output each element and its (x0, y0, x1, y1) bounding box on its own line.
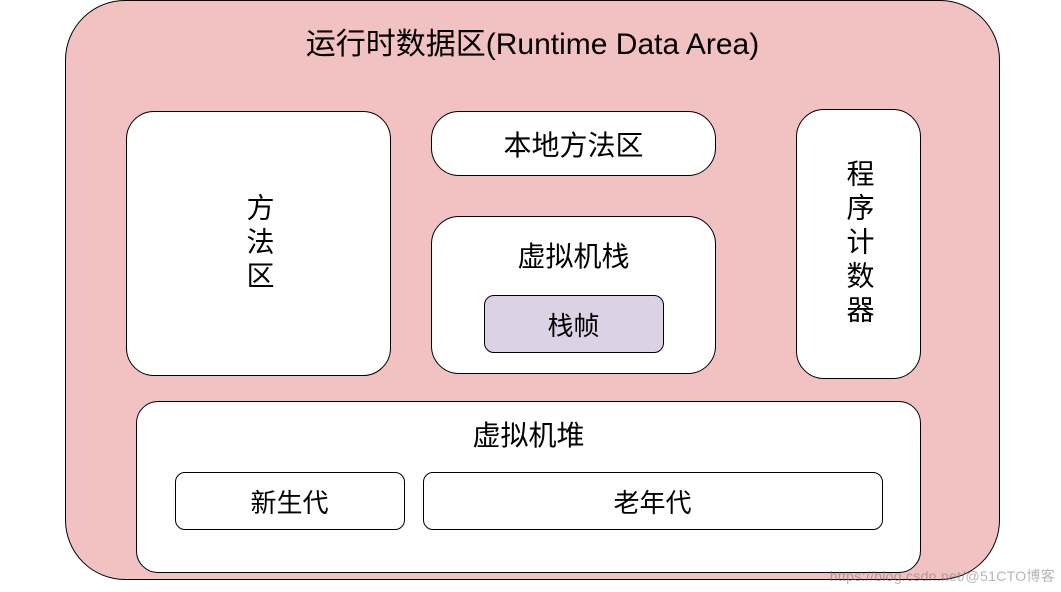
heap-inner-row: 新生代 老年代 (175, 472, 883, 530)
vm-stack-box: 虚拟机栈 栈帧 (431, 216, 716, 374)
vm-stack-label: 虚拟机栈 (517, 235, 629, 275)
method-area-box: 方法区 (126, 111, 391, 376)
diagram-title: 运行时数据区(Runtime Data Area) (66, 19, 999, 63)
method-area-label: 方法区 (245, 193, 273, 295)
runtime-data-area-container: 运行时数据区(Runtime Data Area) 方法区 本地方法区 虚拟机栈… (65, 0, 1000, 580)
young-gen-box: 新生代 (175, 472, 405, 530)
pc-register-label: 程序计数器 (845, 159, 873, 329)
pc-register-box: 程序计数器 (796, 109, 921, 379)
old-gen-label: 老年代 (613, 483, 691, 520)
young-gen-label: 新生代 (250, 483, 328, 520)
heap-label: 虚拟机堆 (472, 414, 584, 454)
watermark-text: https://blog.csdn.net/@51CTO博客 (830, 566, 1055, 586)
stack-frame-label: 栈帧 (547, 306, 599, 343)
stack-frame-box: 栈帧 (484, 295, 664, 353)
heap-box: 虚拟机堆 新生代 老年代 (136, 401, 921, 573)
native-method-area-box: 本地方法区 (431, 111, 716, 176)
old-gen-box: 老年代 (423, 472, 883, 530)
native-method-label: 本地方法区 (503, 124, 643, 164)
